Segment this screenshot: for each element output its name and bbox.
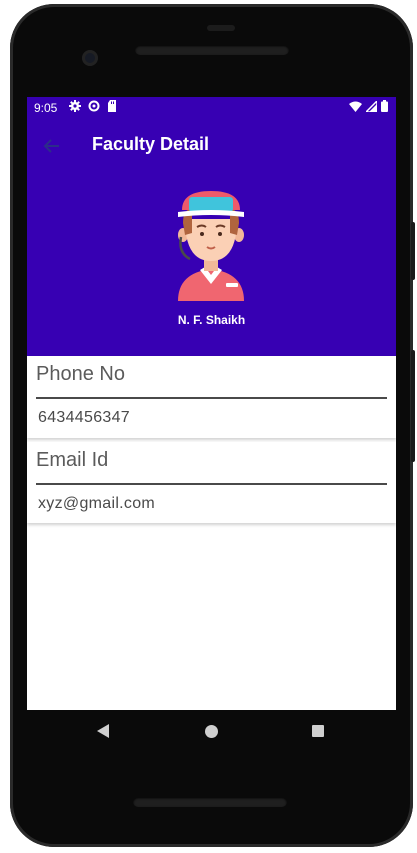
home-circle-icon[interactable]: [205, 725, 218, 738]
status-time: 9:05: [34, 101, 58, 115]
phone-field-card: Phone No 6434456347: [27, 356, 396, 438]
app-screen: 9:05 Faculty Detail N. F. Shaikh Phone N…: [27, 97, 396, 710]
front-camera: [82, 50, 98, 66]
email-field-card: Email Id xyz@gmail.com: [27, 442, 396, 523]
email-value[interactable]: xyz@gmail.com: [38, 495, 155, 513]
back-triangle-icon[interactable]: [97, 724, 110, 738]
status-bar: 9:05: [27, 97, 396, 119]
power-button: [411, 222, 415, 280]
sd-card-icon: [108, 100, 116, 112]
signal-icon: [366, 100, 377, 112]
bottom-speaker: [133, 797, 287, 807]
recents-square-icon[interactable]: [312, 725, 324, 737]
phone-divider: [36, 397, 387, 399]
wifi-icon: [349, 101, 362, 112]
data-saver-icon: [88, 100, 100, 112]
arrow-back-icon[interactable]: [41, 135, 63, 157]
page-title: Faculty Detail: [92, 134, 210, 154]
battery-icon: [381, 100, 388, 112]
gear-icon: [69, 100, 81, 112]
system-nav-bar: [27, 710, 396, 754]
phone-value[interactable]: 6434456347: [38, 409, 130, 427]
proximity-sensor: [207, 25, 235, 31]
email-divider: [36, 483, 387, 485]
user-avatar: [178, 191, 244, 301]
phone-label: Phone No: [36, 363, 125, 385]
profile-header: Faculty Detail N. F. Shaikh: [27, 119, 396, 356]
email-label: Email Id: [36, 449, 109, 471]
volume-button: [411, 350, 415, 462]
faculty-name: N. F. Shaikh: [177, 313, 246, 327]
top-speaker: [135, 45, 289, 55]
